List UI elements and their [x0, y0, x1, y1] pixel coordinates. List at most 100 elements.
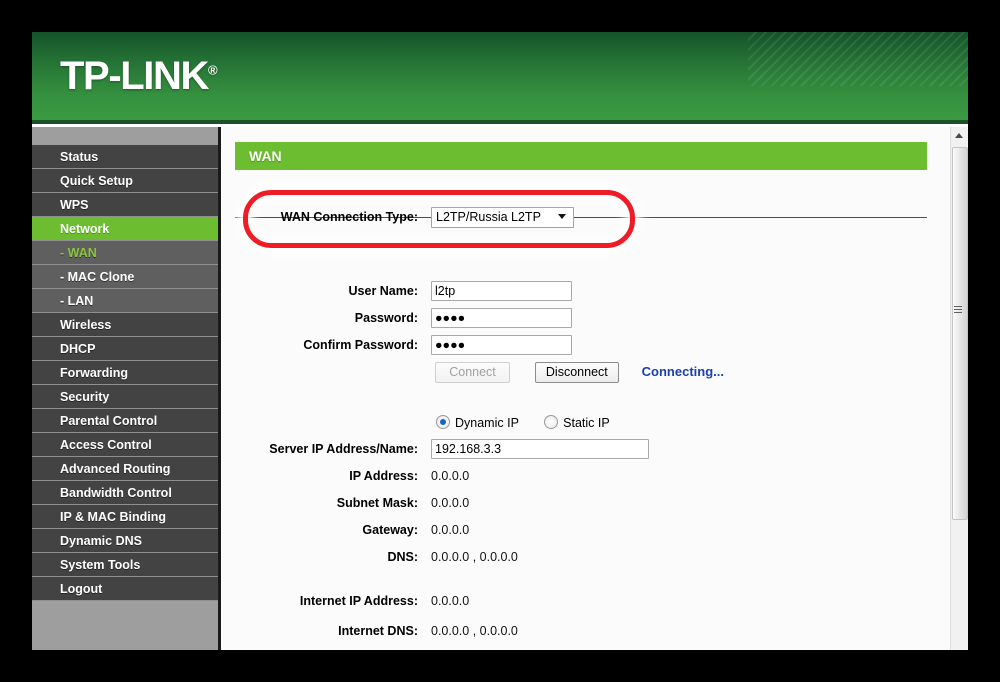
- banner-stripe-pattern: [748, 32, 968, 86]
- internet-field-value: 0.0.0.0: [431, 594, 470, 608]
- sidebar-item-bandwidth-control[interactable]: Bandwidth Control: [32, 481, 218, 505]
- router-admin-window: TP-LINK® Status Quick Setup WPS Network - WA…: [32, 32, 968, 650]
- sidebar-item-parental-control[interactable]: Parental Control: [32, 409, 218, 433]
- sidebar-item-label: - MAC Clone: [60, 270, 135, 284]
- password-row: Password:: [221, 306, 947, 330]
- page-title: WAN: [235, 142, 927, 170]
- connect-button[interactable]: Connect: [435, 361, 510, 383]
- wan-connection-type-label: WAN Connection Type:: [280, 210, 418, 224]
- sidebar-item-lan[interactable]: - LAN: [32, 289, 218, 313]
- sidebar-item-wan[interactable]: - WAN: [32, 241, 218, 265]
- sidebar-item-dynamic-dns[interactable]: Dynamic DNS: [32, 529, 218, 553]
- sidebar-bottom-spacer: [32, 601, 218, 650]
- sidebar-item-network[interactable]: Network: [32, 217, 218, 241]
- body-split: Status Quick Setup WPS Network - WAN - MAC Cl…: [32, 127, 968, 650]
- sidebar-item-label: DHCP: [60, 342, 96, 356]
- server-ip-input[interactable]: [431, 439, 649, 459]
- scroll-up-arrow-icon[interactable]: [951, 127, 968, 144]
- tplink-logo: TP-LINK®: [60, 56, 218, 96]
- password-label: Password:: [354, 311, 418, 325]
- disconnect-button[interactable]: Disconnect: [534, 361, 619, 383]
- sidebar-nav: Status Quick Setup WPS Network - WAN - MAC Cl…: [32, 127, 221, 650]
- readonly-field-label: IP Address:: [349, 469, 418, 483]
- sidebar-item-label: System Tools: [60, 558, 141, 572]
- sidebar-item-status[interactable]: Status: [32, 145, 218, 169]
- sidebar-item-label: Logout: [60, 582, 103, 596]
- brand-banner: TP-LINK®: [32, 32, 968, 120]
- sidebar-top-spacer: [32, 127, 218, 145]
- internet-field-row: Internet DNS: 0.0.0.0 , 0.0.0.0: [221, 619, 947, 643]
- readonly-field-row: IP Address: 0.0.0.0: [221, 464, 947, 488]
- user-name-input[interactable]: [431, 281, 572, 301]
- vertical-scrollbar[interactable]: [950, 127, 968, 650]
- readonly-field-label: Gateway:: [362, 523, 418, 537]
- readonly-field-row: DNS: 0.0.0.0 , 0.0.0.0: [221, 545, 947, 569]
- readonly-field-row: Gateway: 0.0.0.0: [221, 518, 947, 542]
- sidebar-item-label: Network: [60, 222, 110, 236]
- server-ip-row: Server IP Address/Name:: [221, 437, 947, 461]
- sidebar-item-label: IP & MAC Binding: [60, 510, 167, 524]
- sidebar-item-access-control[interactable]: Access Control: [32, 433, 218, 457]
- connection-status-text: Connecting...: [641, 364, 724, 379]
- readonly-field-value: 0.0.0.0: [431, 496, 470, 510]
- readonly-field-row: Subnet Mask: 0.0.0.0: [221, 491, 947, 515]
- static-ip-radio[interactable]: Static IP: [544, 415, 610, 430]
- sidebar-item-mac-clone[interactable]: - MAC Clone: [32, 265, 218, 289]
- sidebar-item-label: Wireless: [60, 318, 112, 332]
- sidebar-item-quick-setup[interactable]: Quick Setup: [32, 169, 218, 193]
- sidebar-item-label: - LAN: [60, 294, 94, 308]
- server-ip-label: Server IP Address/Name:: [269, 442, 418, 456]
- sidebar-item-wps[interactable]: WPS: [32, 193, 218, 217]
- sidebar-item-system-tools[interactable]: System Tools: [32, 553, 218, 577]
- user-name-label: User Name:: [348, 284, 418, 298]
- readonly-field-value: 0.0.0.0: [431, 523, 470, 537]
- readonly-field-label: Subnet Mask:: [336, 496, 418, 510]
- sidebar-item-label: Access Control: [60, 438, 152, 452]
- sidebar-item-label: - WAN: [60, 246, 97, 260]
- scrollbar-grip-icon: [954, 306, 962, 315]
- sidebar-item-label: Parental Control: [60, 414, 158, 428]
- logo-text: TP-LINK: [60, 54, 209, 98]
- sidebar-item-security[interactable]: Security: [32, 385, 218, 409]
- sidebar-item-advanced-routing[interactable]: Advanced Routing: [32, 457, 218, 481]
- screenshot-root: TP-LINK® Status Quick Setup WPS Network - WA…: [0, 0, 1000, 682]
- static-ip-label: Static IP: [563, 416, 610, 430]
- sidebar-item-label: Status: [60, 150, 99, 164]
- sidebar-item-label: WPS: [60, 198, 89, 212]
- sidebar-item-label: Dynamic DNS: [60, 534, 142, 548]
- readonly-field-value: 0.0.0.0: [431, 469, 470, 483]
- confirm-password-row: Confirm Password:: [221, 333, 947, 357]
- sidebar-item-wireless[interactable]: Wireless: [32, 313, 218, 337]
- ip-mode-row: Dynamic IP Static IP: [221, 411, 947, 435]
- sidebar-item-label: Forwarding: [60, 366, 129, 380]
- sidebar-item-ip-mac-binding[interactable]: IP & MAC Binding: [32, 505, 218, 529]
- scrollbar-thumb[interactable]: [952, 147, 968, 520]
- wan-connection-type-combo-wrap: Dynamic IPStatic IPPPPoE/Russia PPPoEBig…: [431, 205, 574, 229]
- dynamic-ip-label: Dynamic IP: [455, 416, 519, 430]
- content-inner: WAN WAN Connection Type: Dynamic IPStati…: [221, 127, 947, 650]
- user-name-row: User Name:: [221, 279, 947, 303]
- confirm-password-input[interactable]: [431, 335, 572, 355]
- internet-field-value: 0.0.0.0 , 0.0.0.0: [431, 624, 518, 638]
- readonly-field-label: DNS:: [387, 550, 418, 564]
- readonly-field-value: 0.0.0.0 , 0.0.0.0: [431, 550, 518, 564]
- sidebar-item-label: Advanced Routing: [60, 462, 171, 476]
- sidebar-item-label: Bandwidth Control: [60, 486, 172, 500]
- sidebar-menu-list: Status Quick Setup WPS Network - WAN - MAC Cl…: [32, 145, 218, 601]
- radio-selected-icon: [436, 415, 450, 429]
- sidebar-item-label: Quick Setup: [60, 174, 133, 188]
- connection-actions-row: Connect Disconnect Connecting...: [221, 360, 947, 384]
- internet-field-label: Internet DNS:: [338, 624, 418, 638]
- dynamic-ip-radio[interactable]: Dynamic IP: [436, 415, 522, 430]
- content-panel: WAN WAN Connection Type: Dynamic IPStati…: [221, 127, 968, 650]
- sidebar-item-logout[interactable]: Logout: [32, 577, 218, 601]
- registered-trademark-icon: ®: [207, 62, 218, 78]
- internet-field-row: Internet IP Address: 0.0.0.0: [221, 589, 947, 613]
- internet-field-label: Internet IP Address:: [299, 594, 418, 608]
- sidebar-item-dhcp[interactable]: DHCP: [32, 337, 218, 361]
- sidebar-item-label: Security: [60, 390, 110, 404]
- radio-unselected-icon: [544, 415, 559, 429]
- wan-connection-type-select[interactable]: Dynamic IPStatic IPPPPoE/Russia PPPoEBig…: [431, 206, 574, 228]
- sidebar-item-forwarding[interactable]: Forwarding: [32, 361, 218, 385]
- password-input[interactable]: [431, 308, 572, 328]
